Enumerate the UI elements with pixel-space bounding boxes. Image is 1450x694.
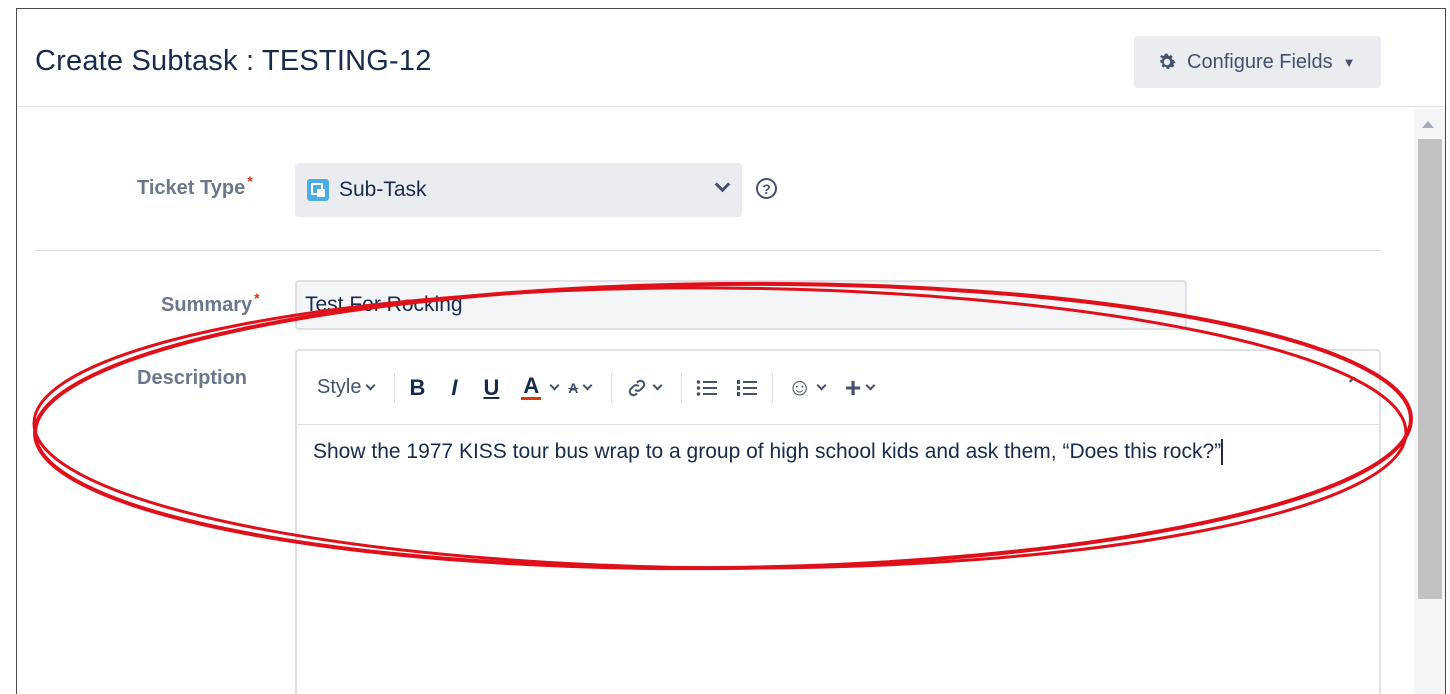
description-content[interactable]: Show the 1977 KISS tour bus wrap to a gr… xyxy=(313,437,1353,467)
ticket-type-value: Sub-Task xyxy=(339,178,427,201)
bullet-list-icon xyxy=(697,379,718,396)
toolbar-separator xyxy=(681,372,683,403)
configure-fields-label: Configure Fields xyxy=(1187,50,1333,73)
description-text: Show the 1977 KISS tour bus wrap to a gr… xyxy=(313,440,1222,463)
emoji-dropdown[interactable]: ☺ xyxy=(787,374,831,402)
chevron-down-icon xyxy=(816,380,827,390)
summary-label: Summary * xyxy=(161,290,260,317)
create-subtask-dialog: Create Subtask : TESTING-12 Configure Fi… xyxy=(16,8,1446,694)
insert-dropdown[interactable]: + xyxy=(845,372,880,404)
text-formatting-icon: A xyxy=(568,379,579,396)
gear-icon xyxy=(1159,53,1176,69)
ticket-type-select[interactable]: Sub-Task xyxy=(295,163,742,217)
text-color-dropdown[interactable]: A xyxy=(521,375,564,400)
text-formatting-dropdown[interactable]: A xyxy=(568,380,597,396)
summary-label-text: Summary xyxy=(161,294,253,316)
style-label: Style xyxy=(317,376,362,398)
configure-fields-button[interactable]: Configure Fields ▼ xyxy=(1134,36,1381,88)
bullet-list-button[interactable] xyxy=(696,378,718,398)
chevron-down-icon xyxy=(865,380,876,390)
italic-button[interactable]: I xyxy=(451,375,457,401)
link-dropdown[interactable] xyxy=(626,377,667,399)
chevron-down-icon xyxy=(366,380,376,390)
emoji-icon: ☺ xyxy=(787,373,812,401)
chevron-down-icon xyxy=(549,380,560,390)
bold-button[interactable]: B xyxy=(409,375,425,401)
underline-button[interactable]: U xyxy=(483,375,499,401)
chevron-down-icon xyxy=(582,380,593,390)
plus-icon: + xyxy=(844,371,862,403)
numbered-list-icon xyxy=(737,379,758,396)
toolbar-separator xyxy=(611,372,613,403)
ticket-type-label-text: Ticket Type xyxy=(137,177,246,199)
subtask-icon xyxy=(307,179,329,201)
scrollbar-thumb[interactable] xyxy=(1418,139,1442,599)
divider xyxy=(35,250,1381,251)
summary-input[interactable]: Test For Rocking xyxy=(295,280,1187,330)
required-marker: * xyxy=(254,290,260,306)
text-color-icon: A xyxy=(521,373,542,400)
description-label: Description xyxy=(137,367,248,389)
numbered-list-button[interactable] xyxy=(736,378,758,398)
dialog-header: Create Subtask : TESTING-12 Configure Fi… xyxy=(17,9,1445,107)
help-icon[interactable]: ? xyxy=(756,178,777,199)
ticket-type-label: Ticket Type * xyxy=(137,173,253,200)
toolbar-separator xyxy=(394,372,396,403)
caret-down-icon: ▼ xyxy=(1342,54,1356,70)
collapse-icon[interactable]: ⌃ xyxy=(1345,373,1363,399)
editor-toolbar: Style B I U A A ☺ + ⌃ xyxy=(297,351,1379,425)
link-icon xyxy=(629,379,646,396)
scroll-up-arrow-icon[interactable] xyxy=(1422,121,1434,128)
description-editor[interactable]: Style B I U A A ☺ + ⌃ Show the 1977 KISS… xyxy=(295,349,1381,694)
dialog-title: Create Subtask : TESTING-12 xyxy=(35,45,432,77)
text-cursor xyxy=(1221,439,1224,466)
chevron-down-icon xyxy=(714,176,731,193)
required-marker: * xyxy=(247,173,253,189)
toolbar-separator xyxy=(772,372,774,403)
chevron-down-icon xyxy=(652,380,663,390)
style-dropdown[interactable]: Style xyxy=(317,376,380,399)
